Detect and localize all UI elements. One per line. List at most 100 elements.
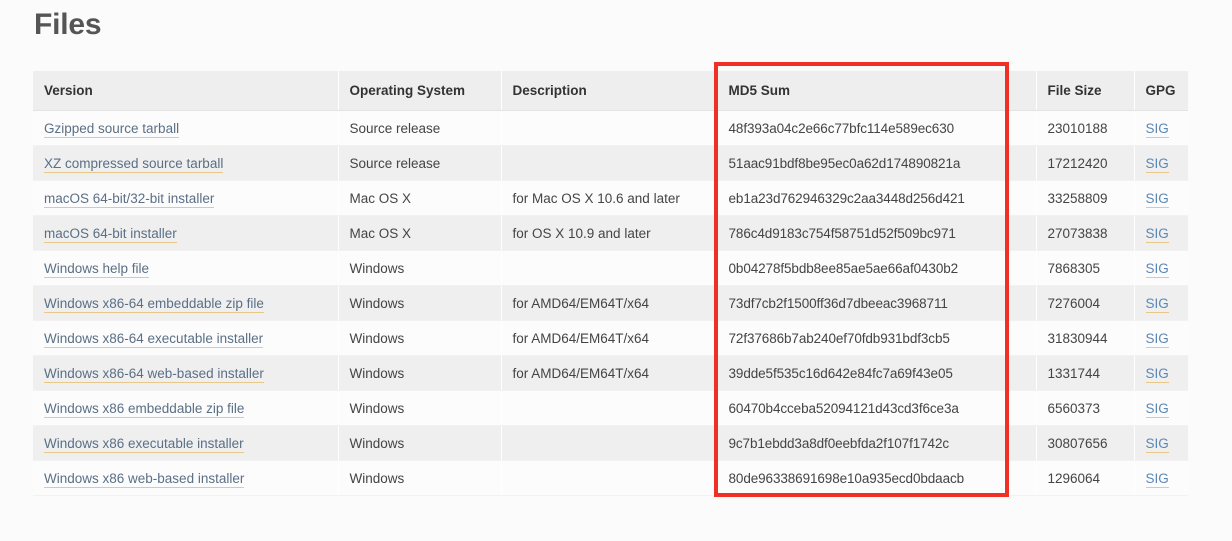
cell-description — [501, 425, 718, 461]
gpg-signature-link[interactable]: SIG — [1145, 295, 1169, 313]
table-row: Windows x86 executable installer Windows 9… — [33, 425, 1188, 461]
cell-gpg: SIG — [1134, 110, 1188, 146]
cell-description — [501, 460, 718, 496]
cell-operating-system: Windows — [338, 425, 502, 461]
gpg-signature-link[interactable]: SIG — [1145, 190, 1169, 208]
cell-operating-system: Source release — [338, 145, 502, 181]
cell-version: Windows x86 executable installer — [33, 425, 339, 461]
column-header-file-size[interactable]: File Size — [1036, 71, 1135, 111]
download-link[interactable]: Windows x86-64 embeddable zip file — [44, 295, 264, 313]
gpg-signature-link[interactable]: SIG — [1145, 155, 1169, 173]
download-link[interactable]: macOS 64-bit/32-bit installer — [44, 190, 215, 208]
download-link[interactable]: Windows x86 embeddable zip file — [44, 400, 245, 418]
cell-description — [501, 110, 718, 146]
gpg-signature-link[interactable]: SIG — [1145, 260, 1169, 278]
column-header-gpg[interactable]: GPG — [1134, 71, 1188, 111]
gpg-signature-link[interactable]: SIG — [1145, 470, 1169, 488]
cell-md5-sum: 80de96338691698e10a935ecd0bdaacb — [717, 460, 1037, 496]
cell-version: Windows x86 web-based installer — [33, 460, 339, 496]
cell-file-size: 31830944 — [1036, 320, 1135, 356]
cell-file-size: 17212420 — [1036, 145, 1135, 181]
table-row: Windows x86 embeddable zip file Windows 60… — [33, 390, 1188, 426]
cell-version: Windows x86-64 embeddable zip file — [33, 285, 339, 321]
cell-version: Windows x86-64 executable installer — [33, 320, 339, 356]
table-row: Windows x86-64 embeddable zip file Window… — [33, 285, 1188, 321]
download-link[interactable]: Windows x86-64 web-based installer — [44, 365, 264, 383]
table-header-row: Version Operating System Description MD5… — [33, 71, 1188, 111]
download-link[interactable]: Windows help file — [44, 260, 150, 278]
cell-gpg: SIG — [1134, 145, 1188, 181]
table-row: Windows x86-64 web-based installer Window… — [33, 355, 1188, 391]
cell-file-size: 1296064 — [1036, 460, 1135, 496]
gpg-signature-link[interactable]: SIG — [1145, 120, 1169, 138]
gpg-signature-link[interactable]: SIG — [1145, 365, 1169, 383]
page-title: Files — [34, 8, 102, 41]
cell-file-size: 33258809 — [1036, 180, 1135, 216]
cell-gpg: SIG — [1134, 250, 1188, 286]
cell-description: for AMD64/EM64T/x64 — [501, 355, 718, 391]
cell-operating-system: Windows — [338, 390, 502, 426]
table-row: Windows help file Windows 0b04278f5bdb8ee8… — [33, 250, 1188, 286]
cell-operating-system: Windows — [338, 285, 502, 321]
cell-operating-system: Windows — [338, 355, 502, 391]
table-row: Windows x86 web-based installer Windows 80… — [33, 460, 1188, 496]
download-link[interactable]: Gzipped source tarball — [44, 120, 180, 138]
download-link[interactable]: Windows x86-64 executable installer — [44, 330, 264, 348]
cell-md5-sum: 48f393a04c2e66c77bfc114e589ec630 — [717, 110, 1037, 146]
table-body: Gzipped source tarball Source release 48f3… — [33, 110, 1188, 496]
cell-gpg: SIG — [1134, 320, 1188, 356]
cell-version: Windows x86-64 web-based installer — [33, 355, 339, 391]
files-table-container: Version Operating System Description MD5… — [33, 71, 1188, 496]
cell-description — [501, 250, 718, 286]
cell-file-size: 7868305 — [1036, 250, 1135, 286]
cell-version: Gzipped source tarball — [33, 110, 339, 146]
cell-description: for AMD64/EM64T/x64 — [501, 320, 718, 356]
cell-version: Windows x86 embeddable zip file — [33, 390, 339, 426]
files-table: Version Operating System Description MD5… — [33, 71, 1188, 496]
download-link[interactable]: macOS 64-bit installer — [44, 225, 177, 243]
column-header-md5-sum[interactable]: MD5 Sum — [717, 71, 1037, 111]
cell-operating-system: Mac OS X — [338, 180, 502, 216]
cell-description — [501, 145, 718, 181]
cell-md5-sum: 72f37686b7ab240ef70fdb931bdf3cb5 — [717, 320, 1037, 356]
cell-operating-system: Windows — [338, 320, 502, 356]
cell-operating-system: Mac OS X — [338, 215, 502, 251]
column-header-operating-system[interactable]: Operating System — [338, 71, 502, 111]
cell-version: Windows help file — [33, 250, 339, 286]
column-header-description[interactable]: Description — [501, 71, 718, 111]
gpg-signature-link[interactable]: SIG — [1145, 330, 1169, 348]
gpg-signature-link[interactable]: SIG — [1145, 225, 1169, 243]
cell-version: macOS 64-bit/32-bit installer — [33, 180, 339, 216]
cell-file-size: 27073838 — [1036, 215, 1135, 251]
cell-version: XZ compressed source tarball — [33, 145, 339, 181]
cell-gpg: SIG — [1134, 180, 1188, 216]
download-link[interactable]: XZ compressed source tarball — [44, 155, 224, 173]
download-link[interactable]: Windows x86 executable installer — [44, 435, 244, 453]
cell-md5-sum: 39dde5f535c16d642e84fc7a69f43e05 — [717, 355, 1037, 391]
table-row: Windows x86-64 executable installer Windo… — [33, 320, 1188, 356]
cell-md5-sum: 60470b4cceba52094121d43cd3f6ce3a — [717, 390, 1037, 426]
cell-gpg: SIG — [1134, 355, 1188, 391]
cell-gpg: SIG — [1134, 460, 1188, 496]
cell-md5-sum: 0b04278f5bdb8ee85ae5ae66af0430b2 — [717, 250, 1037, 286]
cell-operating-system: Source release — [338, 110, 502, 146]
table-row: XZ compressed source tarball Source relea… — [33, 145, 1188, 181]
cell-file-size: 6560373 — [1036, 390, 1135, 426]
cell-description: for AMD64/EM64T/x64 — [501, 285, 718, 321]
cell-gpg: SIG — [1134, 390, 1188, 426]
cell-md5-sum: 73df7cb2f1500ff36d7dbeeac3968711 — [717, 285, 1037, 321]
cell-operating-system: Windows — [338, 460, 502, 496]
cell-md5-sum: eb1a23d762946329c2aa3448d256d421 — [717, 180, 1037, 216]
download-link[interactable]: Windows x86 web-based installer — [44, 470, 245, 488]
cell-file-size: 30807656 — [1036, 425, 1135, 461]
table-row: macOS 64-bit installer Mac OS Xfor OS X 1… — [33, 215, 1188, 251]
cell-description — [501, 390, 718, 426]
gpg-signature-link[interactable]: SIG — [1145, 400, 1169, 418]
cell-file-size: 7276004 — [1036, 285, 1135, 321]
cell-file-size: 1331744 — [1036, 355, 1135, 391]
gpg-signature-link[interactable]: SIG — [1145, 435, 1169, 453]
table-header: Version Operating System Description MD5… — [33, 71, 1188, 111]
cell-file-size: 23010188 — [1036, 110, 1135, 146]
column-header-version[interactable]: Version — [33, 71, 339, 111]
cell-gpg: SIG — [1134, 425, 1188, 461]
